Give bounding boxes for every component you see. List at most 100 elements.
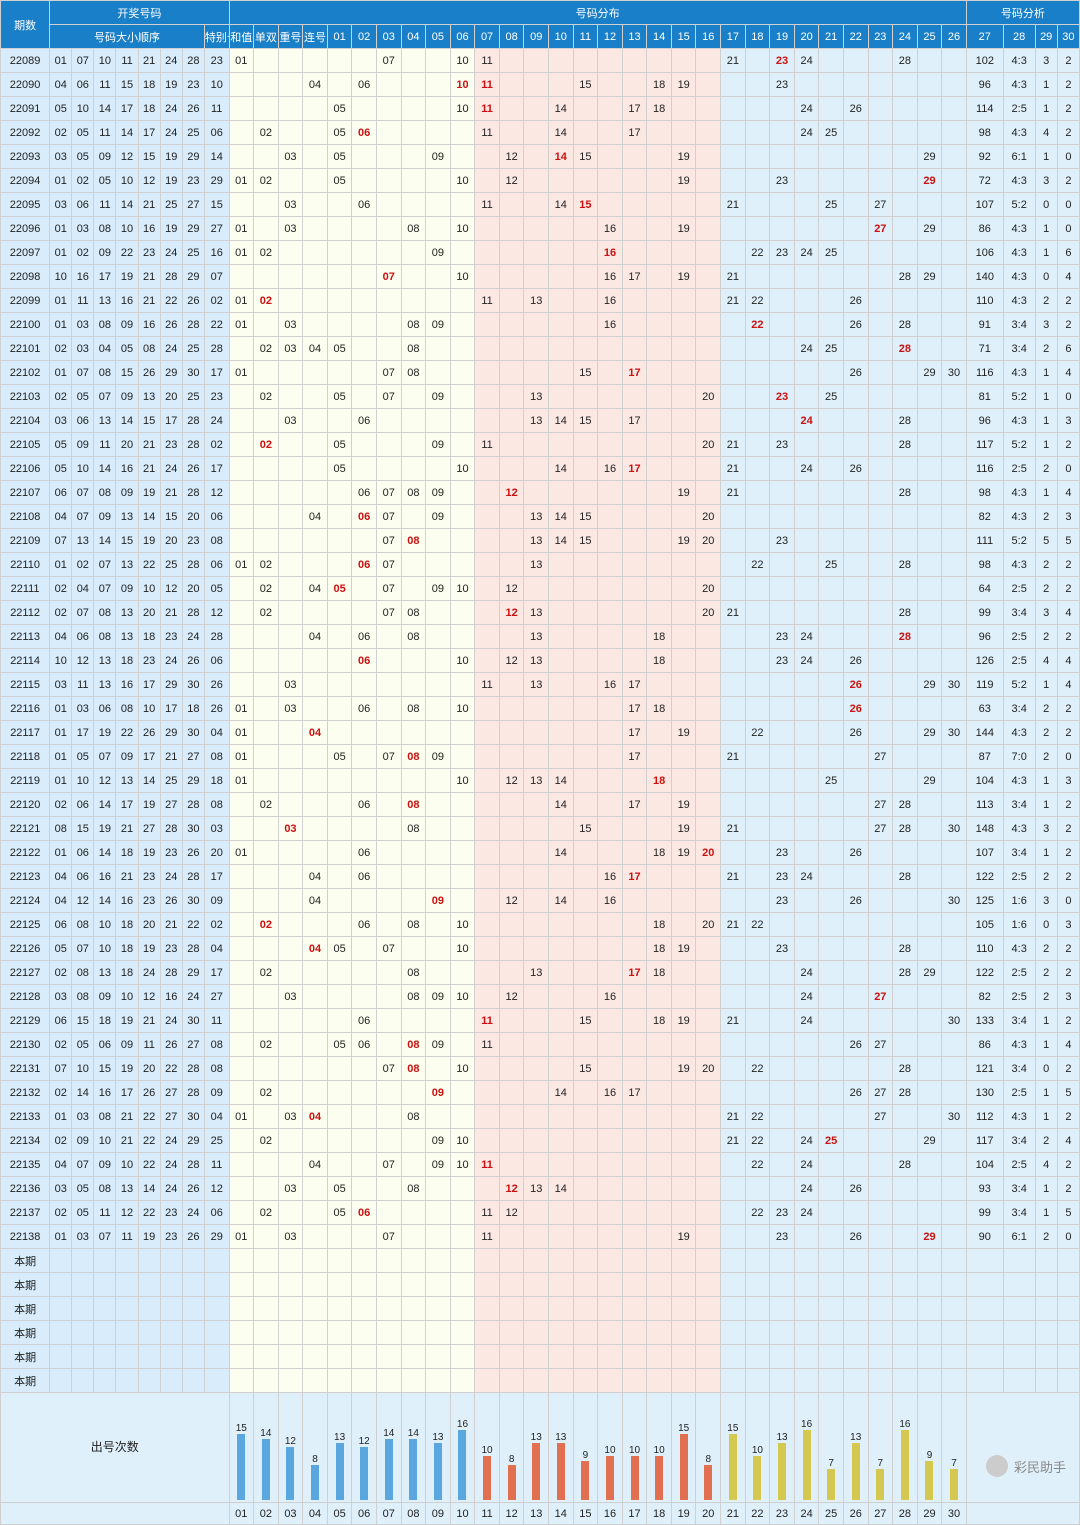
cell-dist [819,937,844,961]
cell-consec: 2 [1057,1009,1079,1033]
cell-number: 03 [50,409,72,433]
cell-dist: 12 [499,649,524,673]
cell-dist [696,865,721,889]
cell-period: 22102 [1,361,50,385]
cell-dist [745,1009,770,1033]
cell-dist [303,265,328,289]
cell-dist [352,529,377,553]
cell-dist [696,313,721,337]
cell-dist: 06 [352,697,377,721]
cell-dist [696,1201,721,1225]
cell-dist [770,457,795,481]
cell-dist: 29 [917,217,942,241]
cell-dist [303,97,328,121]
cell-dist [770,1081,795,1105]
cell-dist [843,937,868,961]
cell-dist [868,385,893,409]
cell-dist [745,361,770,385]
cell-dist: 13 [524,673,549,697]
cell-dist: 14 [549,1177,574,1201]
cell-dist: 19 [671,481,696,505]
cell-dist: 08 [401,217,426,241]
cell-dist [868,145,893,169]
cell-dist: 06 [352,409,377,433]
cell-dist [401,505,426,529]
cell-dist: 01 [229,769,254,793]
cell-dist [843,1153,868,1177]
cell-dist [893,241,918,265]
cell-dist [794,505,819,529]
cell-dist [278,481,303,505]
cell-number: 22 [116,721,138,745]
cell-number: 10 [138,577,160,601]
cell-dist [426,217,451,241]
cell-dist [254,697,279,721]
cell-dist [549,625,574,649]
cell-dist [327,793,352,817]
cell-dist: 23 [770,841,795,865]
cell-consec: 0 [1057,385,1079,409]
cell-dist [401,169,426,193]
cell-dist [942,241,967,265]
cell-repeat: 5 [1035,529,1057,553]
cell-dist: 27 [868,1105,893,1129]
cell-number: 06 [72,625,94,649]
cell-dist [622,553,647,577]
count-bar: 12 [352,1393,377,1503]
cell-dist: 09 [426,433,451,457]
cell-dist [524,913,549,937]
cell-dist: 04 [303,337,328,361]
cell-dist: 16 [598,985,623,1009]
cell-dist [573,577,598,601]
cell-dist [401,1081,426,1105]
cell-consec: 0 [1057,889,1079,913]
cell-consec: 3 [1057,505,1079,529]
cell-dist: 04 [303,625,328,649]
hdr-distribution: 号码分布 [229,1,966,25]
cell-dist [770,817,795,841]
cell-dist [696,985,721,1009]
cell-dist: 06 [352,1201,377,1225]
cell-dist [229,1153,254,1177]
cell-number: 19 [160,217,182,241]
cell-dist: 13 [524,625,549,649]
cell-consec: 0 [1057,457,1079,481]
cell-number: 05 [72,1177,94,1201]
cell-dist [352,457,377,481]
cell-dist: 15 [573,361,598,385]
cell-dist [254,937,279,961]
cell-dist [352,745,377,769]
cell-number: 13 [116,625,138,649]
cell-number: 09 [94,145,116,169]
cell-dist: 13 [524,649,549,673]
cell-period: 22112 [1,601,50,625]
cell-dist [893,457,918,481]
cell-dist [254,505,279,529]
cell-dist: 06 [352,505,377,529]
cell-dist: 27 [868,1081,893,1105]
cell-dist: 29 [917,169,942,193]
cell-dist [475,1105,500,1129]
cell-number: 10 [116,217,138,241]
cell-dist: 07 [376,1057,401,1081]
cell-number: 25 [182,121,204,145]
cell-dist [671,409,696,433]
cell-dist: 08 [401,1177,426,1201]
cell-dist [327,913,352,937]
cell-number: 28 [182,313,204,337]
cell-dist: 11 [475,1201,500,1225]
cell-dist: 17 [622,697,647,721]
cell-dist [426,697,451,721]
cell-sum: 111 [966,529,1003,553]
cell-dist [352,1225,377,1249]
cell-number: 14 [72,1081,94,1105]
cell-dist [549,1153,574,1177]
cell-dist [327,865,352,889]
cell-number: 14 [94,529,116,553]
cell-sum: 117 [966,1129,1003,1153]
cell-number: 01 [50,169,72,193]
cell-dist: 09 [426,481,451,505]
cell-dist [868,673,893,697]
cell-period: 22123 [1,865,50,889]
cell-dist: 06 [352,1009,377,1033]
